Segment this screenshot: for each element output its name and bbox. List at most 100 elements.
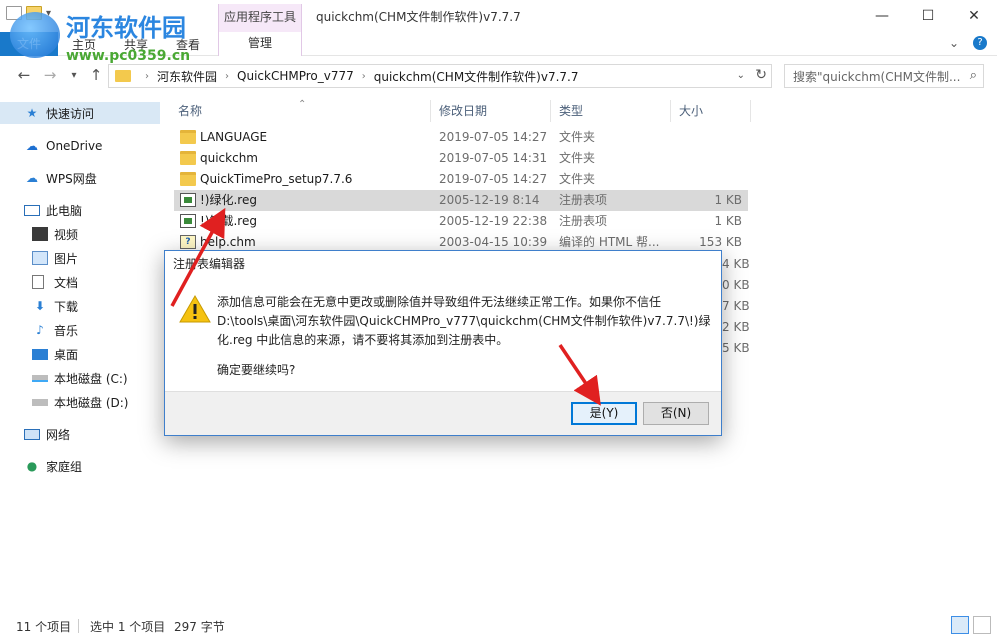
sidebar-item-onedrive[interactable]: ☁ OneDrive: [0, 135, 160, 157]
chevron-right-icon[interactable]: ›: [225, 71, 229, 82]
file-name: LANGUAGE: [200, 130, 268, 144]
search-input[interactable]: 搜索"quickchm(CHM文件制... ⌕: [784, 64, 984, 88]
refresh-icon[interactable]: ↻: [755, 67, 767, 83]
new-folder-icon[interactable]: [26, 6, 42, 20]
recent-locations-icon[interactable]: ▾: [64, 70, 84, 81]
sidebar-item-network[interactable]: 网络: [0, 423, 160, 445]
large-icons-view-icon[interactable]: [973, 616, 991, 634]
search-placeholder: 搜索"quickchm(CHM文件制...: [793, 69, 961, 84]
yes-button[interactable]: 是(Y): [571, 402, 637, 425]
chm-file-icon: ?: [180, 235, 196, 249]
sidebar-item-quick-access[interactable]: ★ 快速访问: [0, 102, 160, 124]
table-row[interactable]: LANGUAGE 2019-07-05 14:27 文件夹: [174, 127, 748, 148]
file-name: QuickTimePro_setup7.7.6: [200, 172, 353, 186]
tab-home[interactable]: 主页: [72, 36, 96, 53]
sidebar-item-label: WPS网盘: [46, 171, 97, 186]
sidebar-item-label: 桌面: [54, 347, 79, 362]
up-arrow-icon[interactable]: ↑: [86, 66, 106, 84]
close-button[interactable]: ✕: [951, 0, 997, 32]
registry-file-icon: [180, 193, 196, 207]
file-name: quickchm: [200, 151, 258, 165]
address-bar[interactable]: › 河东软件园 › QuickCHMPro_v777 › quickchm(CH…: [108, 64, 772, 88]
sidebar-item-drive-d[interactable]: 本地磁盘 (D:): [0, 391, 160, 413]
sidebar-item-label: 图片: [54, 251, 79, 266]
download-icon: ⬇: [34, 299, 46, 313]
tab-manage[interactable]: 管理: [218, 32, 302, 56]
sidebar-item-this-pc[interactable]: 此电脑: [0, 199, 160, 221]
chevron-right-icon[interactable]: ›: [145, 71, 149, 82]
file-size: 2 KB: [722, 320, 750, 334]
help-icon[interactable]: ?: [973, 36, 987, 50]
sidebar-item-pictures[interactable]: 图片: [0, 247, 160, 269]
sidebar-item-drive-c[interactable]: 本地磁盘 (C:): [0, 367, 160, 389]
chevron-down-icon[interactable]: ⌄: [737, 70, 745, 81]
file-type: 文件夹: [559, 130, 596, 144]
table-row[interactable]: quickchm 2019-07-05 14:31 文件夹: [174, 148, 748, 169]
sidebar-item-label: 快速访问: [46, 106, 95, 121]
tab-file[interactable]: 文件: [0, 32, 58, 56]
file-name: !)绿化.reg: [200, 193, 257, 207]
tab-view[interactable]: 查看: [176, 36, 200, 53]
sidebar-item-music[interactable]: ♪ 音乐: [0, 319, 160, 341]
dialog-button-bar: 是(Y) 否(N): [165, 391, 721, 435]
breadcrumb-item[interactable]: QuickCHMPro_v777: [237, 69, 354, 83]
breadcrumb-item[interactable]: quickchm(CHM文件制作软件)v7.7.7: [374, 68, 579, 85]
search-icon[interactable]: ⌕: [970, 68, 977, 83]
back-arrow-icon[interactable]: ←: [14, 66, 34, 84]
sidebar-item-label: 本地磁盘 (C:): [54, 371, 128, 386]
table-row-selected[interactable]: !)绿化.reg 2005-12-19 8:14 注册表项 1 KB: [174, 190, 748, 211]
title-bar: ▾ 应用程序工具 quickchm(CHM文件制作软件)v7.7.7 — ☐ ✕: [0, 0, 997, 32]
sidebar-item-downloads[interactable]: ⬇ 下载: [0, 295, 160, 317]
wps-cloud-icon: ☁: [26, 171, 38, 185]
column-header-size[interactable]: 大小: [671, 100, 751, 122]
item-count: 11 个项目: [16, 620, 72, 634]
tool-tab-header: 应用程序工具: [218, 4, 302, 32]
sidebar-item-videos[interactable]: 视频: [0, 223, 160, 245]
sidebar-item-label: 下载: [54, 299, 79, 314]
file-size: 1 KB: [714, 193, 742, 207]
table-row[interactable]: !)卸载.reg 2005-12-19 22:38 注册表项 1 KB: [174, 211, 748, 232]
file-size: 7 KB: [722, 299, 750, 313]
chevron-right-icon[interactable]: ›: [362, 71, 366, 82]
dialog-message: 添加信息可能会在无意中更改或删除值并导致组件无法继续正常工作。如果你不信任 D:…: [217, 295, 711, 347]
sidebar-item-label: 家庭组: [46, 459, 83, 474]
sidebar-item-label: 视频: [54, 227, 79, 242]
file-size: 4 KB: [722, 257, 750, 271]
expand-ribbon-icon[interactable]: ⌄: [949, 36, 959, 50]
sidebar-item-label: 文档: [54, 275, 79, 290]
column-header-type[interactable]: 类型: [551, 100, 671, 122]
column-header-date[interactable]: 修改日期: [431, 100, 551, 122]
column-label: 修改日期: [439, 104, 488, 118]
dialog-confirm-question: 确定要继续吗?: [217, 363, 296, 377]
registry-file-icon: [180, 214, 196, 228]
folder-icon: [180, 151, 196, 165]
tab-share[interactable]: 共享: [124, 36, 148, 53]
sidebar-item-label: 网络: [46, 427, 71, 442]
no-button[interactable]: 否(N): [643, 402, 709, 425]
sidebar-item-label: 本地磁盘 (D:): [54, 395, 129, 410]
minimize-button[interactable]: —: [859, 0, 905, 32]
details-view-icon[interactable]: [951, 616, 969, 634]
forward-arrow-icon[interactable]: →: [40, 66, 60, 84]
sidebar-item-documents[interactable]: 文档: [0, 271, 160, 293]
maximize-button[interactable]: ☐: [905, 0, 951, 32]
selection-size: 297 字节: [174, 620, 225, 634]
properties-icon[interactable]: [6, 6, 22, 20]
file-type: 文件夹: [559, 151, 596, 165]
sidebar-item-wps[interactable]: ☁ WPS网盘: [0, 167, 160, 189]
file-size: 5 KB: [722, 341, 750, 355]
breadcrumb-item[interactable]: 河东软件园: [157, 68, 217, 85]
sidebar-item-homegroup[interactable]: ● 家庭组: [0, 455, 160, 477]
file-type: 注册表项: [559, 214, 608, 228]
sidebar-item-label: 音乐: [54, 323, 79, 338]
sidebar-item-label: 此电脑: [46, 203, 83, 218]
table-row[interactable]: QuickTimePro_setup7.7.6 2019-07-05 14:27…: [174, 169, 748, 190]
file-name: !)卸载.reg: [200, 214, 257, 228]
file-date: 2005-12-19 22:38: [439, 214, 548, 228]
dialog-title: 注册表编辑器: [173, 257, 246, 271]
file-size: 0 KB: [722, 278, 750, 292]
customize-toolbar-icon[interactable]: ▾: [46, 8, 51, 19]
sidebar-item-desktop[interactable]: 桌面: [0, 343, 160, 365]
star-icon: ★: [26, 106, 38, 120]
column-header-name[interactable]: ⌃ 名称: [170, 99, 431, 122]
